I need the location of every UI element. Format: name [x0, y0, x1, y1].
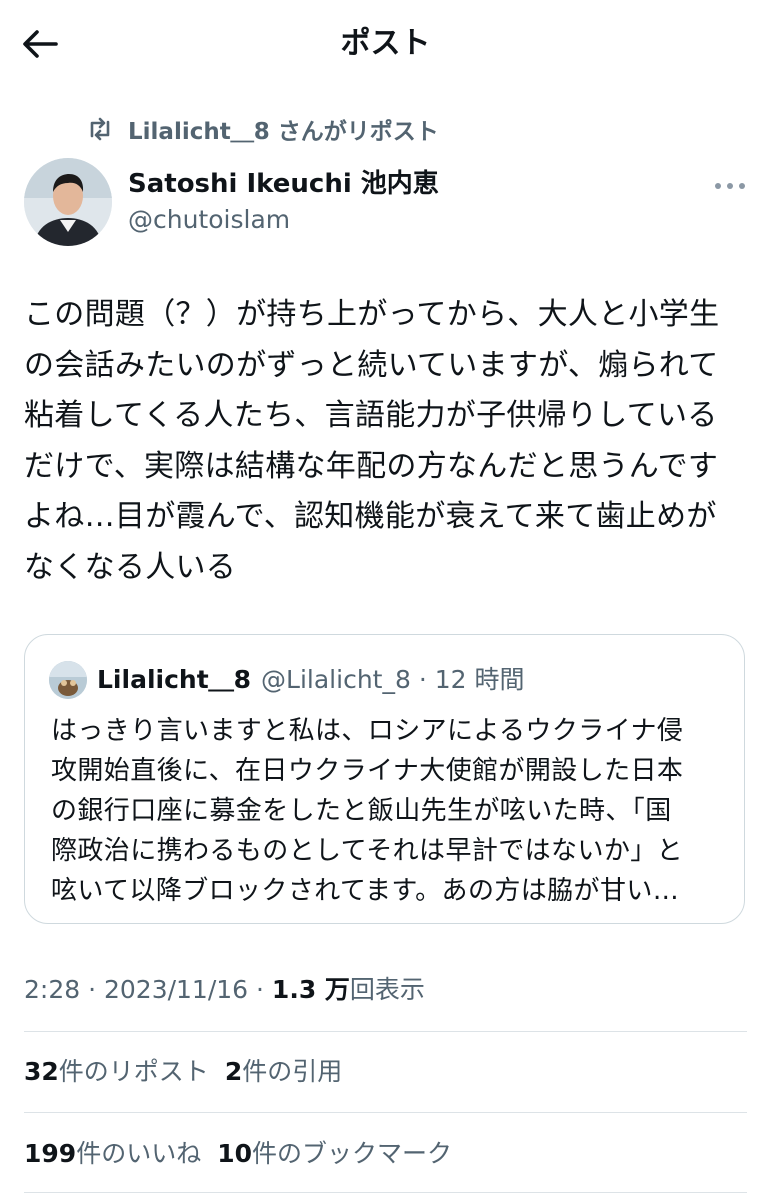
quoted-text-line: の銀行口座に募金をしたと飯山先生が呟いた時、「国 — [51, 796, 672, 826]
quoted-text-line: はっきり言いますと私は、ロシアによるウクライナ侵 — [51, 716, 684, 746]
views-label: 回表示 — [349, 975, 425, 1004]
quoted-text-line: 呟いて以降ブロックされてます。あの方は脇が甘い… — [51, 876, 680, 906]
author-name[interactable]: Satoshi Ikeuchi 池内恵 — [128, 166, 439, 202]
top-bar: ポスト — [0, 0, 771, 88]
likes-label: 件のいいね — [76, 1139, 202, 1168]
stats-row-reposts: 32件のリポスト 2件の引用 — [24, 1052, 358, 1092]
quoted-post-card[interactable]: Lilalicht＿8 @Lilalicht_8 · 12 時間 はっきり言います… — [24, 634, 745, 924]
repost-text: Lilalicht＿8 さんがリポスト — [128, 119, 439, 145]
more-horizontal-icon — [715, 183, 745, 189]
tweet-text-line: 粘着してくる人たち、言語能力が子供帰りしている — [24, 398, 718, 433]
likes-stat[interactable]: 199件のいいね — [24, 1134, 201, 1174]
reposts-count: 32 — [24, 1057, 59, 1086]
quotes-label: 件の引用 — [242, 1057, 343, 1086]
tweet-text-line: この問題（？）が持ち上がってから、大人と小学生 — [24, 297, 720, 332]
tweet-text-line: だけで、実際は結構な年配の方なんだと思うんです — [24, 448, 719, 484]
avatar-image — [24, 158, 112, 246]
quoted-text-line: 際政治に携わるものとしてそれは早計ではないか」と — [51, 836, 684, 866]
bookmarks-stat[interactable]: 10件のブックマーク — [217, 1134, 452, 1174]
tweet-text-line: よね…目が霞んで、認知機能が衰えて来て歯止めが — [24, 499, 717, 534]
quoted-avatar — [49, 661, 87, 699]
quoted-header: Lilalicht＿8 @Lilalicht_8 · 12 時間 — [97, 661, 524, 699]
post-timestamp[interactable]: 2:28 · 2023/11/16 · — [24, 975, 272, 1004]
stats-row-likes: 199件のいいね 10件のブックマーク — [24, 1134, 468, 1174]
author-handle[interactable]: @chutoislam — [128, 202, 290, 238]
page-title: ポスト — [340, 26, 431, 61]
quoted-meta: @Lilalicht_8 · 12 時間 — [261, 665, 525, 694]
divider — [24, 1192, 747, 1193]
bookmarks-count: 10 — [217, 1139, 252, 1168]
tweet-text-line: の会話みたいのがずっと続いていますが、煽られて — [24, 347, 719, 383]
avatar[interactable] — [24, 158, 112, 246]
views-count: 1.3 万 — [271, 975, 350, 1004]
quotes-count: 2 — [224, 1057, 243, 1086]
bookmarks-label: 件のブックマーク — [252, 1139, 453, 1168]
divider — [24, 1112, 747, 1113]
quotes-stat[interactable]: 2件の引用 — [225, 1052, 342, 1092]
divider — [24, 1031, 747, 1032]
repost-indicator[interactable]: Lilalicht＿8 さんがリポスト — [86, 112, 439, 146]
reposts-stat[interactable]: 32件のリポスト — [24, 1052, 209, 1092]
reposts-label: 件のリポスト — [58, 1057, 209, 1086]
tweet-text-line: なくなる人いる — [24, 549, 237, 585]
more-button[interactable] — [708, 170, 752, 202]
tweet-text: この問題（？）が持ち上がってから、大人と小学生 の会話みたいのがずっと続いていま… — [24, 290, 754, 593]
quoted-text: はっきり言いますと私は、ロシアによるウクライナ侵 攻開始直後に、在日ウクライナ大… — [51, 711, 741, 911]
post-meta: 2:28 · 2023/11/16 · 1.3 万回表示 — [24, 970, 425, 1010]
likes-count: 199 — [24, 1139, 77, 1168]
quoted-author-name: Lilalicht＿8 — [97, 665, 252, 694]
quoted-text-line: 攻開始直後に、在日ウクライナ大使館が開設した日本 — [51, 756, 684, 786]
repost-icon — [86, 115, 114, 143]
